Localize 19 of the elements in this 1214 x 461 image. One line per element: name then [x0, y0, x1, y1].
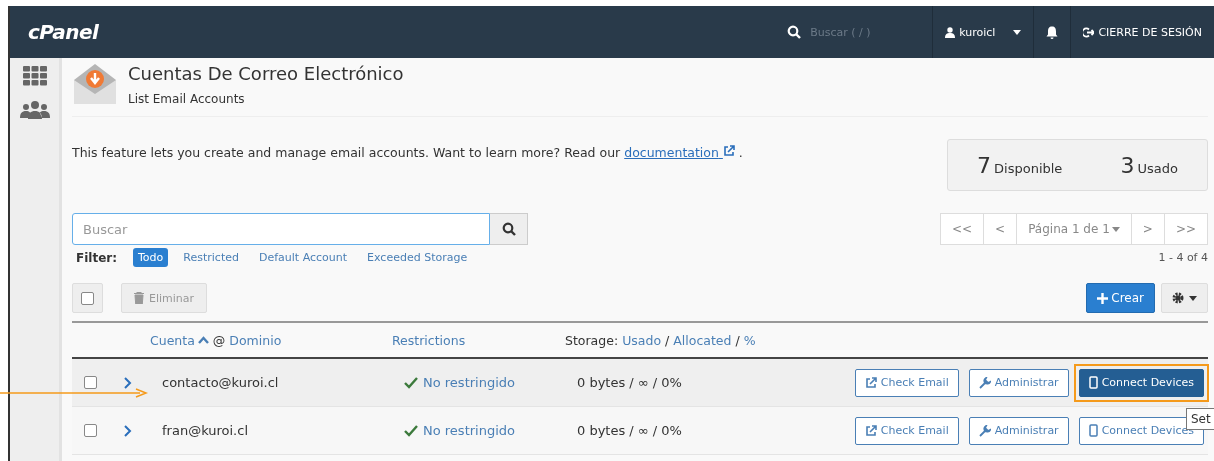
restriction-status: No restringido — [404, 375, 577, 390]
at-sign: @ — [212, 332, 226, 348]
intro-text: This feature lets you create and manage email accounts. Want to learn more? Read our documentation . — [72, 145, 743, 160]
account-email: fran@kuroi.cl — [162, 423, 249, 438]
separator: / — [665, 332, 670, 348]
filter-label: Filter: — [76, 250, 117, 265]
restriction-status: No restringido — [404, 423, 577, 438]
account-email: contacto@kuroi.cl — [162, 375, 280, 390]
page-subtitle: List Email Accounts — [128, 91, 246, 106]
storage-value: 0 bytes / ∞ / 0% — [577, 375, 682, 390]
separator: / — [735, 332, 740, 348]
result-range: 1 - 4 of 4 — [1158, 251, 1208, 264]
storage-value: 0 bytes / ∞ / 0% — [577, 423, 682, 438]
storage-label: Storage: — [565, 332, 619, 348]
stat-label: Disponible — [994, 160, 1063, 176]
stat-number: 3 — [1120, 152, 1135, 178]
stat-number: 7 — [977, 152, 992, 178]
page-title: Cuentas De Correo Electrónico — [128, 62, 404, 84]
stat-label: Usado — [1137, 160, 1178, 176]
